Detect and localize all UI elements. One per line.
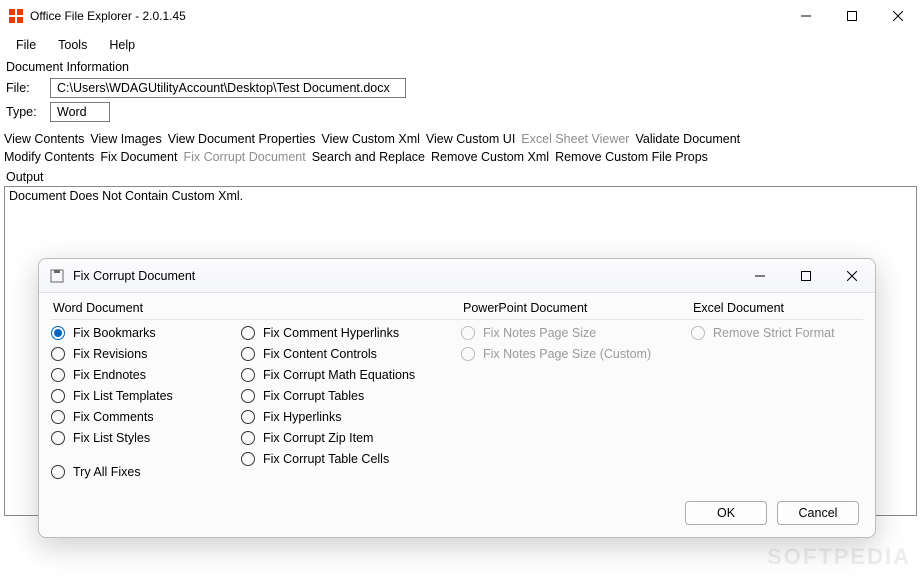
- radio-label: Remove Strict Format: [713, 326, 835, 340]
- dialog-icon: [49, 268, 65, 284]
- radio-fix-list-styles[interactable]: Fix List Styles: [51, 431, 241, 445]
- excel-sheet-viewer-button: Excel Sheet Viewer: [521, 132, 629, 146]
- radio-fix-comment-hyperlinks[interactable]: Fix Comment Hyperlinks: [241, 326, 451, 340]
- radio-label: Fix List Styles: [73, 431, 150, 445]
- modify-contents-button[interactable]: Modify Contents: [4, 150, 94, 164]
- fix-corrupt-document-button: Fix Corrupt Document: [183, 150, 305, 164]
- radio-try-all-fixes[interactable]: Try All Fixes: [51, 465, 241, 479]
- group-powerpoint-document: PowerPoint Document Fix Notes Page Size …: [461, 301, 691, 529]
- maximize-button[interactable]: [829, 0, 875, 32]
- app-icon: [8, 8, 24, 24]
- radio-fix-comments[interactable]: Fix Comments: [51, 410, 241, 424]
- toolbar-row-1: View Contents View Images View Document …: [0, 130, 921, 148]
- fix-corrupt-document-dialog: Fix Corrupt Document Word Document Fix B…: [38, 258, 876, 538]
- validate-document-button[interactable]: Validate Document: [635, 132, 740, 146]
- window-title: Office File Explorer - 2.0.1.45: [30, 9, 783, 23]
- output-label: Output: [0, 166, 921, 186]
- group-word-title: Word Document: [51, 301, 461, 320]
- ok-button[interactable]: OK: [685, 501, 767, 525]
- radio-label: Fix Revisions: [73, 347, 147, 361]
- radio-label: Fix Bookmarks: [73, 326, 156, 340]
- group-excel-document: Excel Document Remove Strict Format OK C…: [691, 301, 863, 529]
- output-text: Document Does Not Contain Custom Xml.: [9, 189, 243, 203]
- radio-label: Fix Corrupt Tables: [263, 389, 364, 403]
- view-custom-ui-button[interactable]: View Custom UI: [426, 132, 515, 146]
- cancel-button[interactable]: Cancel: [777, 501, 859, 525]
- radio-fix-notes-page-size: Fix Notes Page Size: [461, 326, 691, 340]
- radio-fix-content-controls[interactable]: Fix Content Controls: [241, 347, 451, 361]
- view-document-properties-button[interactable]: View Document Properties: [168, 132, 316, 146]
- document-information-label: Document Information: [0, 58, 921, 76]
- fix-document-button[interactable]: Fix Document: [100, 150, 177, 164]
- menu-tools[interactable]: Tools: [48, 34, 97, 56]
- remove-custom-file-props-button[interactable]: Remove Custom File Props: [555, 150, 708, 164]
- group-ppt-title: PowerPoint Document: [461, 301, 691, 320]
- radio-fix-hyperlinks[interactable]: Fix Hyperlinks: [241, 410, 451, 424]
- radio-fix-corrupt-table-cells[interactable]: Fix Corrupt Table Cells: [241, 452, 451, 466]
- dialog-titlebar: Fix Corrupt Document: [39, 259, 875, 293]
- menu-file[interactable]: File: [6, 34, 46, 56]
- radio-fix-bookmarks[interactable]: Fix Bookmarks: [51, 326, 241, 340]
- close-button[interactable]: [875, 0, 921, 32]
- view-contents-button[interactable]: View Contents: [4, 132, 84, 146]
- radio-fix-endnotes[interactable]: Fix Endnotes: [51, 368, 241, 382]
- radio-fix-corrupt-math-equations[interactable]: Fix Corrupt Math Equations: [241, 368, 451, 382]
- group-excel-title: Excel Document: [691, 301, 863, 320]
- radio-label: Fix Notes Page Size (Custom): [483, 347, 651, 361]
- radio-label: Fix Corrupt Table Cells: [263, 452, 389, 466]
- minimize-button[interactable]: [783, 0, 829, 32]
- radio-fix-corrupt-zip-item[interactable]: Fix Corrupt Zip Item: [241, 431, 451, 445]
- radio-fix-revisions[interactable]: Fix Revisions: [51, 347, 241, 361]
- search-and-replace-button[interactable]: Search and Replace: [312, 150, 425, 164]
- type-row: Type: Word: [0, 100, 921, 124]
- radio-label: Fix Notes Page Size: [483, 326, 596, 340]
- menu-help[interactable]: Help: [99, 34, 145, 56]
- type-value: Word: [50, 102, 110, 122]
- radio-label: Fix Corrupt Zip Item: [263, 431, 373, 445]
- radio-fix-corrupt-tables[interactable]: Fix Corrupt Tables: [241, 389, 451, 403]
- type-label: Type:: [6, 105, 42, 119]
- window-titlebar: Office File Explorer - 2.0.1.45: [0, 0, 921, 32]
- file-label: File:: [6, 81, 42, 95]
- radio-label: Try All Fixes: [73, 465, 141, 479]
- group-word-document: Word Document Fix Bookmarks Fix Revision…: [51, 301, 461, 529]
- radio-label: Fix Content Controls: [263, 347, 377, 361]
- radio-label: Fix Comment Hyperlinks: [263, 326, 399, 340]
- watermark: SOFTPEDIA: [767, 544, 911, 570]
- radio-label: Fix Corrupt Math Equations: [263, 368, 415, 382]
- view-custom-xml-button[interactable]: View Custom Xml: [321, 132, 419, 146]
- toolbar-row-2: Modify Contents Fix Document Fix Corrupt…: [0, 148, 921, 166]
- radio-label: Fix Comments: [73, 410, 154, 424]
- dialog-maximize-button[interactable]: [783, 261, 829, 291]
- view-images-button[interactable]: View Images: [90, 132, 161, 146]
- menubar: File Tools Help: [0, 32, 921, 58]
- radio-label: Fix List Templates: [73, 389, 173, 403]
- radio-fix-notes-page-size-custom: Fix Notes Page Size (Custom): [461, 347, 691, 361]
- remove-custom-xml-button[interactable]: Remove Custom Xml: [431, 150, 549, 164]
- radio-label: Fix Hyperlinks: [263, 410, 342, 424]
- radio-remove-strict-format: Remove Strict Format: [691, 326, 863, 340]
- file-row: File: C:\Users\WDAGUtilityAccount\Deskto…: [0, 76, 921, 100]
- radio-fix-list-templates[interactable]: Fix List Templates: [51, 389, 241, 403]
- dialog-title: Fix Corrupt Document: [73, 269, 737, 283]
- dialog-close-button[interactable]: [829, 261, 875, 291]
- file-value[interactable]: C:\Users\WDAGUtilityAccount\Desktop\Test…: [50, 78, 406, 98]
- radio-label: Fix Endnotes: [73, 368, 146, 382]
- dialog-minimize-button[interactable]: [737, 261, 783, 291]
